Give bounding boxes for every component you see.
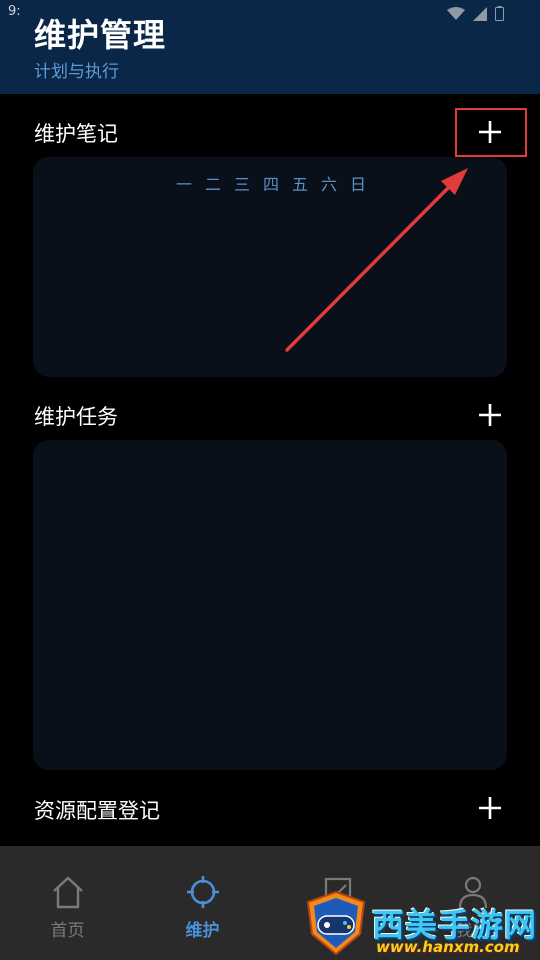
highlight-box [455, 108, 527, 157]
wifi-icon [447, 6, 465, 20]
signal-icon [473, 6, 487, 21]
plus-icon [479, 797, 501, 819]
plus-icon [479, 404, 501, 426]
add-task-button[interactable] [470, 395, 510, 435]
weekday-label: 六 [320, 175, 337, 194]
weekday-header: 一 二 三 四 五 六 日 [33, 171, 507, 195]
crosshair-icon [186, 876, 219, 908]
weekday-label: 一 [175, 175, 192, 194]
battery-icon [495, 6, 504, 21]
home-icon [52, 876, 83, 909]
nav-item-home[interactable]: 首页 [0, 846, 135, 960]
watermark-url: www.hanxm.com [376, 938, 520, 956]
weekday-label: 四 [262, 175, 279, 194]
weekday-label: 三 [233, 175, 250, 194]
tasks-section-title: 维护任务 [34, 405, 118, 429]
header: 9: 维护管理 计划与执行 [0, 0, 540, 94]
nav-label-maintenance: 维护 [185, 921, 220, 941]
page-title: 维护管理 [34, 16, 167, 54]
weekday-label: 日 [349, 175, 366, 194]
weekday-label: 二 [204, 175, 221, 194]
notes-calendar-card[interactable]: 一 二 三 四 五 六 日 [33, 157, 507, 377]
notes-section-title: 维护笔记 [34, 122, 118, 146]
watermark: 西美手游网 www.hanxm.com [300, 888, 540, 960]
add-resource-button[interactable] [470, 788, 510, 828]
nav-label-home: 首页 [50, 921, 85, 941]
status-icons [447, 6, 504, 21]
weekday-label: 五 [291, 175, 308, 194]
resources-section-title: 资源配置登记 [34, 799, 160, 823]
nav-item-maintenance[interactable]: 维护 [135, 846, 270, 960]
tasks-card[interactable] [33, 440, 507, 770]
gamepad-shield-icon [306, 890, 366, 956]
page-subtitle: 计划与执行 [34, 62, 119, 82]
status-time: 9: [8, 4, 21, 19]
